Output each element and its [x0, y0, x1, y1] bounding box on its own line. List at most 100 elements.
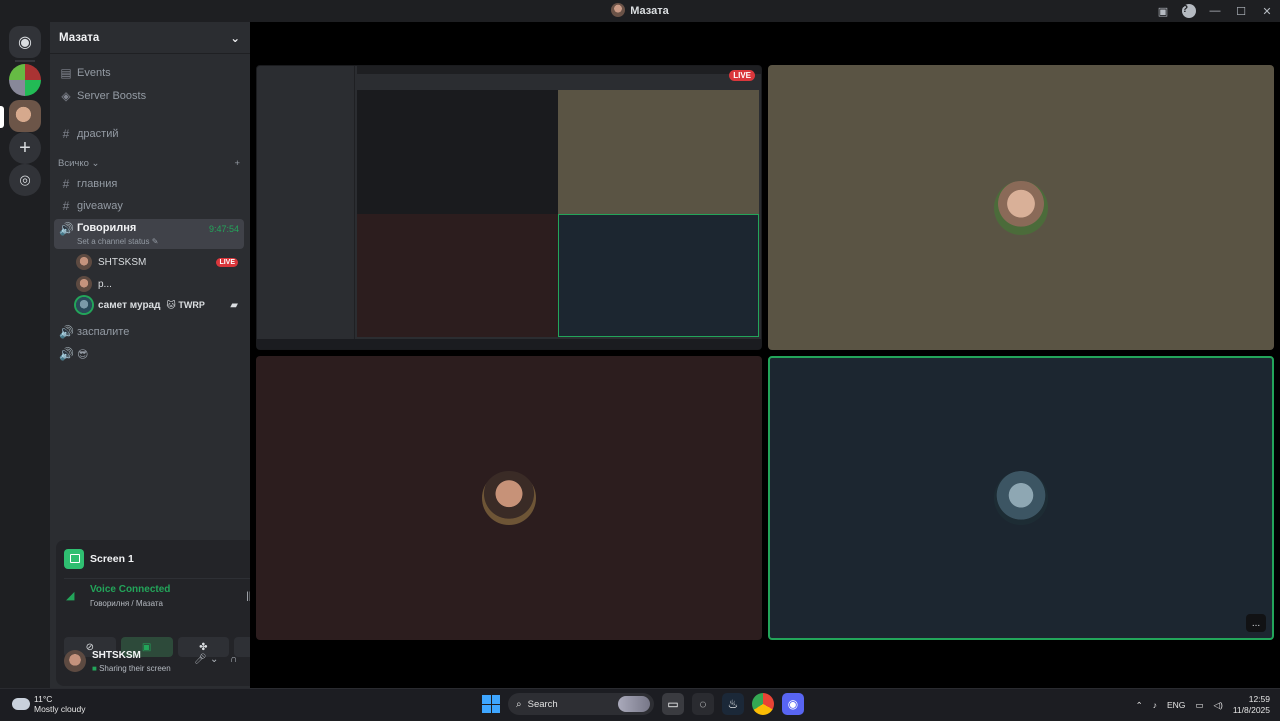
microphone-icon[interactable]: 🎤︎ — [194, 654, 207, 665]
screen-share-icon — [64, 549, 84, 569]
voice-user-samet[interactable]: самет мурад 🐱 TWRP ▰ — [76, 295, 244, 315]
taskbar-apps: ⌕ Search ▭ ◌ ♨ ◉ — [482, 693, 804, 715]
channel-status-text: Set a channel status — [77, 237, 150, 246]
voice-status[interactable]: Voice Connected — [90, 584, 170, 595]
channel-sidebar: Мазата ⌄ ▤ Events ◈ Server Boosts # драстий… — [50, 22, 294, 688]
voice-channel-emoji[interactable]: 🔊 😎 — [54, 343, 244, 365]
voice-channel-zaspalite[interactable]: 🔊 заспалите — [54, 321, 244, 343]
minimize-button[interactable]: — — [1202, 0, 1228, 22]
signal-icon[interactable]: ◢ — [66, 589, 74, 602]
more-options-button[interactable]: ... — [1246, 614, 1266, 632]
channel-glavniya[interactable]: # главния — [54, 173, 244, 195]
server-name: Мазата — [59, 31, 100, 44]
participant-tile[interactable] — [256, 356, 762, 640]
voice-location[interactable]: Говорилня / Мазата — [90, 599, 163, 608]
microphone-icon[interactable]: ♪ — [1153, 700, 1157, 710]
events-label: Events — [77, 67, 111, 79]
avatar[interactable] — [64, 650, 86, 672]
live-badge: LIVE — [216, 257, 238, 267]
voice-user-p[interactable]: p... — [76, 274, 244, 294]
clock[interactable]: 12:59 11/8/2025 — [1233, 694, 1270, 716]
channel-drastiy[interactable]: # драстий — [54, 123, 244, 145]
chevron-down-icon[interactable]: ⌄ — [210, 654, 218, 665]
calendar-icon: ▤ — [60, 66, 72, 80]
activity-icon: ▰ — [230, 299, 238, 311]
mini-grid — [357, 90, 759, 337]
selected-server-indicator — [0, 106, 4, 128]
language-indicator[interactable]: ENG — [1167, 700, 1185, 710]
inbox-icon[interactable]: ▣ — [1150, 0, 1176, 22]
weather-widget[interactable]: 11°C Mostly cloudy — [12, 694, 86, 714]
avatar — [994, 180, 1048, 235]
search-label: Search — [527, 698, 558, 710]
user-status: ■ Sharing their screen — [92, 664, 171, 673]
hash-icon: # — [62, 199, 70, 213]
hash-icon: # — [62, 177, 70, 191]
discord-icon[interactable]: ◉ — [782, 693, 804, 715]
boost-icon: ◈ — [61, 89, 71, 103]
taskbar-search[interactable]: ⌕ Search — [508, 693, 654, 715]
participant-tile[interactable] — [768, 65, 1274, 350]
screen-share-tile[interactable]: LIVE — [256, 65, 762, 350]
avatar — [76, 276, 92, 292]
display-icon[interactable]: ▭ — [1195, 700, 1203, 711]
channel-status[interactable]: Set a channel status ✎ — [77, 237, 158, 246]
category-label: Всичко — [58, 158, 89, 169]
avatar — [482, 471, 536, 525]
hash-icon: # — [62, 127, 70, 141]
server-boosts-item[interactable]: ◈ Server Boosts — [54, 85, 244, 107]
boosts-label: Server Boosts — [77, 90, 147, 102]
user-status-text: Sharing their screen — [99, 664, 171, 673]
app-icon[interactable]: ◌ — [692, 693, 714, 715]
speaker-icon: 🔊 — [59, 347, 74, 361]
mini-titlebar — [357, 66, 761, 74]
window-title: Мазата — [0, 3, 1280, 17]
video-stage: LIVE ... — [250, 22, 1280, 688]
headphones-icon[interactable]: ∩ — [230, 654, 237, 665]
category-header[interactable]: Всичко ⌄ + — [58, 158, 240, 169]
mini-tile — [357, 90, 558, 214]
window-title-text: Мазата — [630, 5, 669, 17]
weather-desc: Mostly cloudy — [34, 704, 86, 714]
system-tray: ⌃ ♪ ENG ▭ ◁) 12:59 11/8/2025 — [1136, 689, 1270, 721]
server-mazata-icon[interactable] — [9, 100, 41, 132]
voice-timer: 9:47:54 — [208, 224, 239, 234]
events-item[interactable]: ▤ Events — [54, 62, 244, 84]
volume-icon[interactable]: ◁) — [1213, 700, 1222, 711]
chrome-icon[interactable] — [752, 693, 774, 715]
task-view-icon[interactable]: ▭ — [662, 693, 684, 715]
add-channel-icon[interactable]: + — [234, 158, 240, 169]
avatar — [76, 297, 92, 313]
voice-user-name: p... — [98, 278, 112, 290]
window-titlebar: Мазата ▣ ? — ☐ ✕ — [0, 0, 1280, 22]
server-list: ◉ + ◎ — [0, 22, 50, 688]
clock-time: 12:59 — [1248, 694, 1270, 704]
add-server-icon[interactable]: + — [9, 132, 41, 164]
user-tag: 🐱 TWRP — [166, 299, 205, 310]
clock-date: 11/8/2025 — [1232, 705, 1270, 715]
steam-icon[interactable]: ♨ — [722, 693, 744, 715]
server-folder-icon[interactable] — [9, 64, 41, 96]
participant-tile-speaking[interactable]: ... — [768, 356, 1274, 640]
voice-user-shtsksm[interactable]: SHTSKSM LIVE — [76, 252, 244, 272]
close-button[interactable]: ✕ — [1254, 0, 1280, 22]
weather-temp: 11°C — [34, 694, 53, 704]
channel-label: giveaway — [77, 200, 123, 212]
user-name[interactable]: SHTSKSM — [92, 650, 141, 661]
help-icon[interactable]: ? — [1176, 0, 1202, 22]
mini-tile — [558, 213, 759, 337]
windows-start-icon[interactable] — [482, 695, 500, 713]
voice-user-name: самет мурад — [98, 299, 161, 311]
maximize-button[interactable]: ☐ — [1228, 0, 1254, 22]
channel-giveaway[interactable]: # giveaway — [54, 195, 244, 217]
search-highlight-image — [618, 696, 650, 712]
mini-tile — [558, 90, 759, 214]
avatar — [994, 471, 1048, 525]
server-header[interactable]: Мазата ⌄ — [50, 22, 250, 54]
voice-channel-govorilnya[interactable]: 🔊 Говорилня 9:47:54 Set a channel status… — [54, 219, 244, 249]
voice-channel-label: заспалите — [77, 326, 130, 338]
chevron-up-icon[interactable]: ⌃ — [1136, 700, 1143, 711]
discord-home-icon[interactable]: ◉ — [9, 26, 41, 58]
explore-servers-icon[interactable]: ◎ — [9, 164, 41, 196]
windows-taskbar: 11°C Mostly cloudy ⌕ Search ▭ ◌ ♨ ◉ ⌃ ♪ EN… — [0, 688, 1280, 720]
